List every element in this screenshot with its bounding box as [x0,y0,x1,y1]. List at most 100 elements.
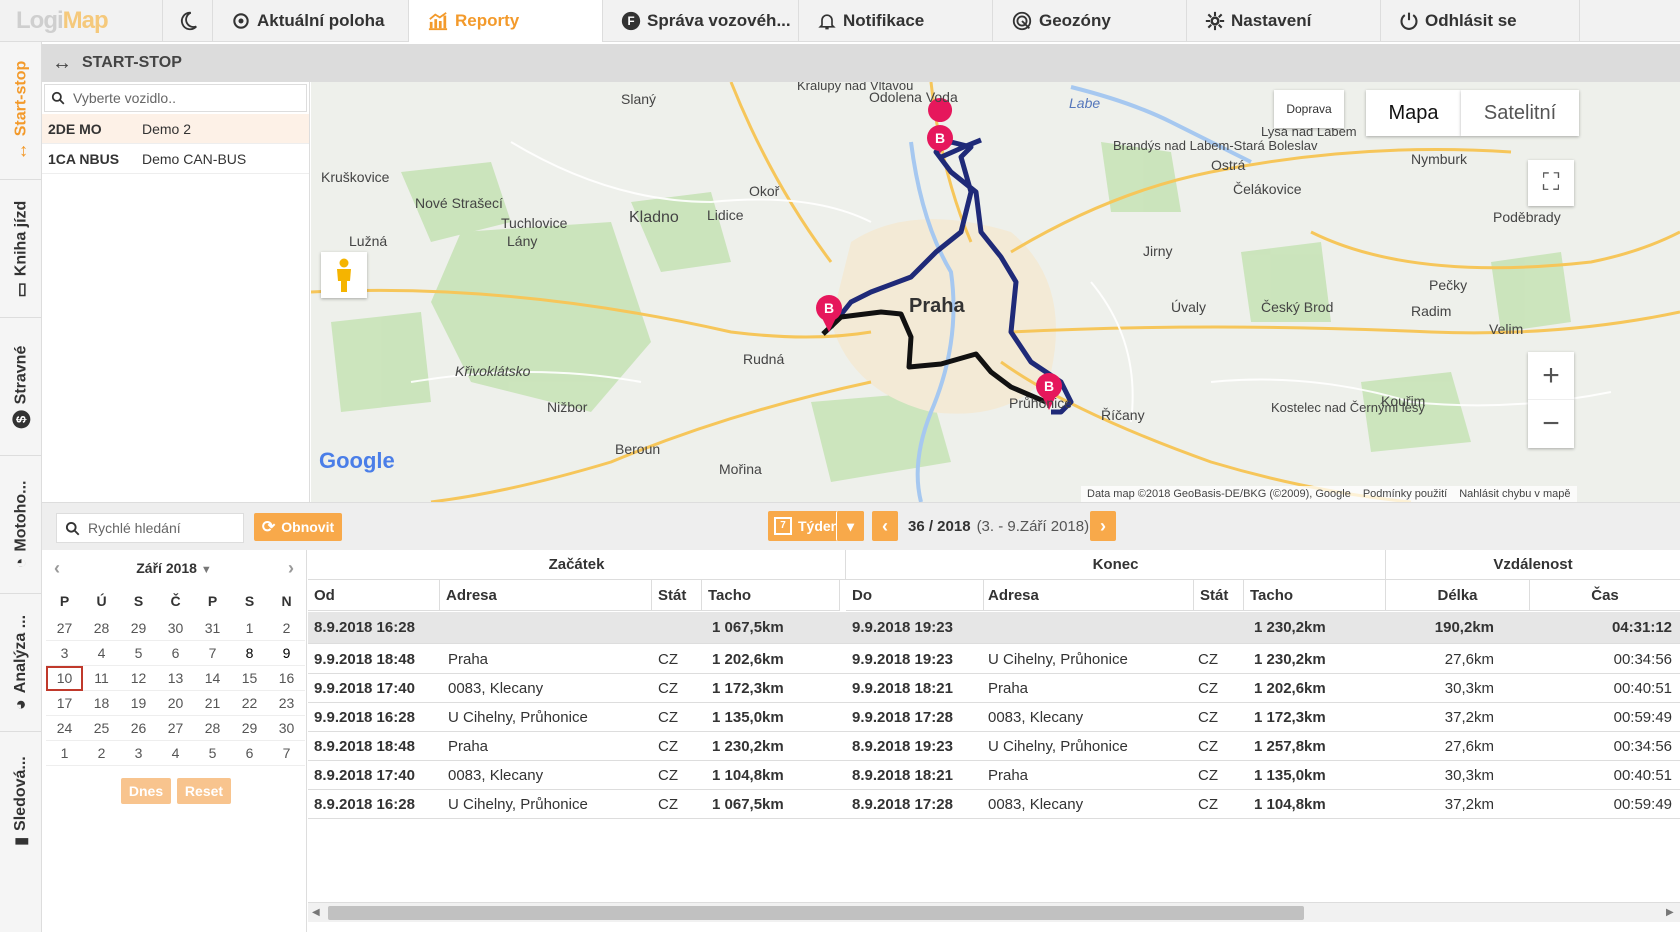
calendar-day[interactable]: 26 [120,716,157,741]
col-country-start-header[interactable]: Stát [652,580,702,611]
calendar-day[interactable]: 7 [194,641,231,666]
col-from-header[interactable]: Od [308,580,440,611]
tab-logbook[interactable]: ▭ Kniha jízd [0,180,42,318]
scroll-left-icon[interactable]: ◀ [312,907,320,918]
map-canvas[interactable]: B B B Kralupy nad Vltavou Odolena Voda S… [311,82,1680,502]
nav-reports[interactable]: Reporty [408,0,602,42]
night-mode-button[interactable] [162,0,212,42]
today-button[interactable]: Dnes [121,778,171,804]
calendar-day[interactable]: 6 [157,641,194,666]
col-length-header[interactable]: Délka [1386,580,1530,611]
calendar-month-select[interactable]: Září 2018 ▼ [136,560,212,576]
calendar-day[interactable]: 28 [83,616,120,641]
terms-link[interactable]: Podmínky použití [1363,488,1447,500]
calendar-day[interactable]: 11 [83,666,120,691]
calendar-day[interactable]: 29 [231,716,268,741]
calendar-day[interactable]: 18 [83,691,120,716]
calendar-day[interactable]: 2 [268,616,305,641]
table-row[interactable]: 8.9.2018 16:28 U Cihelny, Průhonice CZ 1 06… [308,790,1680,819]
calendar-day[interactable]: 31 [194,616,231,641]
calendar-day[interactable]: 15 [231,666,268,691]
calendar-day[interactable]: 23 [268,691,305,716]
calendar-day[interactable]: 30 [157,616,194,641]
nav-logout[interactable]: Odhlásit se [1380,0,1580,42]
calendar-day[interactable]: 22 [231,691,268,716]
refresh-button[interactable]: ⟳ Obnovit [254,513,342,541]
tab-engine-hours[interactable]: ◔ Motoho... [0,456,42,594]
route-map[interactable]: B B B Kralupy nad Vltavou Odolena Voda S… [311,82,1680,502]
calendar-day[interactable]: 20 [157,691,194,716]
calendar-day[interactable]: 3 [46,641,83,666]
logo[interactable]: Logi Map [0,0,162,42]
scrollbar-thumb[interactable] [328,906,1304,920]
tab-tracking[interactable]: ▮ Sledová... [0,732,42,870]
calendar-day[interactable]: 17 [46,691,83,716]
calendar-day[interactable]: 27 [46,616,83,641]
calendar-day[interactable]: 13 [157,666,194,691]
chevron-down-icon[interactable]: ▾ [836,511,864,541]
tab-allowance[interactable]: $ Stravné [0,318,42,456]
vehicle-row[interactable]: 2DE MO Demo 2 [42,114,309,144]
table-row[interactable]: 8.9.2018 18:48 Praha CZ 1 230,2km 8.9.2018 1… [308,732,1680,761]
calendar-day[interactable]: 5 [194,741,231,766]
marker-icon[interactable]: B [927,98,953,154]
table-row[interactable]: 8.9.2018 17:40 0083, Klecany CZ 1 104,8km 8.… [308,761,1680,790]
calendar-day[interactable]: 1 [46,741,83,766]
calendar-day[interactable]: 27 [157,716,194,741]
calendar-day[interactable]: 2 [83,741,120,766]
fullscreen-icon[interactable]: ⛶ [1528,160,1574,206]
nav-geozones[interactable]: Geozóny [992,0,1186,42]
nav-current-position[interactable]: Aktuální poloha [212,0,408,42]
vehicle-row[interactable]: 1CA NBUS Demo CAN-BUS [42,144,309,174]
calendar-day[interactable]: 7 [268,741,305,766]
col-time-header[interactable]: Čas [1530,580,1680,611]
col-address-end-header[interactable]: Adresa [982,580,1194,611]
tab-analysis[interactable]: ◕ Analýza ... [0,594,42,732]
calendar-next-button[interactable]: › [288,558,294,579]
calendar-day[interactable]: 12 [120,666,157,691]
calendar-day[interactable]: 25 [83,716,120,741]
previous-week-button[interactable]: ‹ [872,511,898,541]
col-to-header[interactable]: Do [846,580,984,611]
col-tacho-end-header[interactable]: Tacho [1244,580,1386,611]
table-row[interactable]: 9.9.2018 18:48 Praha CZ 1 202,6km 9.9.2018 1… [308,645,1680,674]
col-country-end-header[interactable]: Stát [1194,580,1244,611]
col-tacho-start-header[interactable]: Tacho [702,580,840,611]
zoom-in-button[interactable]: + [1528,352,1574,400]
report-map-error-link[interactable]: Nahlásit chybu v mapě [1459,488,1570,500]
map-type-satellite-button[interactable]: Satelitní [1461,90,1579,136]
calendar-day[interactable]: 14 [194,666,231,691]
reset-button[interactable]: Reset [177,778,231,804]
tab-start-stop[interactable]: ↔ Start-stop [0,42,42,180]
quick-search-input[interactable]: Rychlé hledání [56,513,244,543]
vehicle-search-input[interactable]: Vyberte vozidlo.. [44,84,307,112]
calendar-day[interactable]: 9 [268,641,305,666]
calendar-day[interactable]: 28 [194,716,231,741]
calendar-day[interactable]: 19 [120,691,157,716]
nav-settings[interactable]: Nastavení [1186,0,1380,42]
calendar-day[interactable]: 29 [120,616,157,641]
calendar-day[interactable]: 10 [46,666,83,691]
calendar-day[interactable]: 24 [46,716,83,741]
calendar-day[interactable]: 4 [83,641,120,666]
calendar-day[interactable]: 1 [231,616,268,641]
calendar-day[interactable]: 3 [120,741,157,766]
calendar-day[interactable]: 30 [268,716,305,741]
col-address-start-header[interactable]: Adresa [440,580,652,611]
table-row[interactable]: 9.9.2018 17:40 0083, Klecany CZ 1 172,3km 9.… [308,674,1680,703]
table-row[interactable]: 9.9.2018 16:28 U Cihelny, Průhonice CZ 1 13… [308,703,1680,732]
street-view-icon[interactable] [321,252,367,298]
calendar-day[interactable]: 6 [231,741,268,766]
map-type-map-button[interactable]: Mapa [1366,90,1461,136]
calendar-prev-button[interactable]: ‹ [54,558,60,579]
nav-notifications[interactable]: Notifikace [798,0,992,42]
calendar-day[interactable]: 4 [157,741,194,766]
scroll-right-icon[interactable]: ▶ [1666,907,1674,918]
zoom-out-button[interactable]: − [1528,400,1574,448]
horizontal-scrollbar[interactable]: ◀ ▶ [308,902,1680,922]
nav-fleet-management[interactable]: F Správa vozovéh... [602,0,798,42]
calendar-day[interactable]: 5 [120,641,157,666]
calendar-day[interactable]: 16 [268,666,305,691]
calendar-day[interactable]: 21 [194,691,231,716]
next-week-button[interactable]: › [1090,511,1116,541]
